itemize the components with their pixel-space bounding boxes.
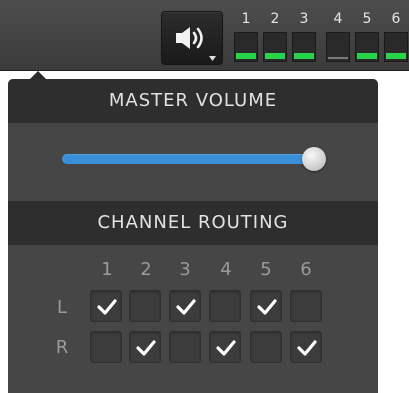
meter-level [386, 53, 406, 59]
channel-meter: 5 [355, 10, 379, 66]
routing-row-label-right: R [55, 337, 69, 358]
meter-level [294, 53, 314, 59]
routing-column-label: 2 [140, 259, 152, 280]
routing-checkbox[interactable] [209, 290, 241, 322]
volume-button[interactable] [161, 11, 223, 65]
routing-checkbox[interactable] [290, 331, 322, 363]
routing-column-label: 3 [179, 259, 191, 280]
checkmark-icon [257, 299, 277, 315]
routing-checkbox[interactable] [209, 331, 241, 363]
meter-label: 5 [362, 11, 372, 27]
popover-arrow [30, 71, 46, 79]
routing-checkbox[interactable] [90, 331, 122, 363]
meter-label: 4 [333, 11, 343, 27]
meter-level [265, 53, 285, 59]
routing-checkbox[interactable] [169, 290, 201, 322]
routing-checkbox[interactable] [290, 290, 322, 322]
channel-meter: 1 [234, 10, 258, 66]
channel-meter: 4 [326, 10, 350, 66]
checkmark-icon [176, 299, 196, 315]
master-volume-title: MASTER VOLUME [8, 79, 378, 123]
slider-thumb[interactable] [302, 147, 326, 171]
channel-meter: 6 [384, 10, 408, 66]
slider-track[interactable] [62, 154, 312, 164]
meter-level [328, 57, 348, 59]
master-volume-slider[interactable] [62, 147, 326, 171]
routing-checkbox[interactable] [129, 331, 161, 363]
routing-checkbox[interactable] [250, 331, 282, 363]
channel-meter: 2 [263, 10, 287, 66]
volume-popover: MASTER VOLUME CHANNEL ROUTING 1 2 3 4 5 … [8, 79, 378, 393]
meter-label: 1 [241, 11, 251, 27]
routing-row-label-left: L [56, 297, 68, 318]
meter-label: 2 [270, 11, 280, 27]
routing-checkbox[interactable] [90, 290, 122, 322]
routing-column-label: 4 [220, 259, 232, 280]
meter-level [357, 53, 377, 59]
meter-label: 3 [299, 11, 309, 27]
checkmark-icon [136, 340, 156, 356]
speaker-volume-icon [176, 27, 203, 49]
routing-checkbox[interactable] [250, 290, 282, 322]
routing-checkbox[interactable] [129, 290, 161, 322]
channel-routing-title: CHANNEL ROUTING [8, 201, 378, 245]
checkmark-icon [97, 299, 117, 315]
routing-checkbox[interactable] [169, 331, 201, 363]
channel-meter: 3 [292, 10, 316, 66]
routing-column-label: 6 [300, 259, 312, 280]
routing-column-label: 5 [260, 259, 272, 280]
routing-column-label: 1 [101, 259, 113, 280]
meter-level [236, 53, 256, 59]
toolbar: 1 2 3 4 5 6 [0, 0, 409, 71]
caret-down-icon [209, 56, 216, 61]
meter-label: 6 [391, 11, 401, 27]
checkmark-icon [216, 340, 236, 356]
checkmark-icon [297, 340, 317, 356]
